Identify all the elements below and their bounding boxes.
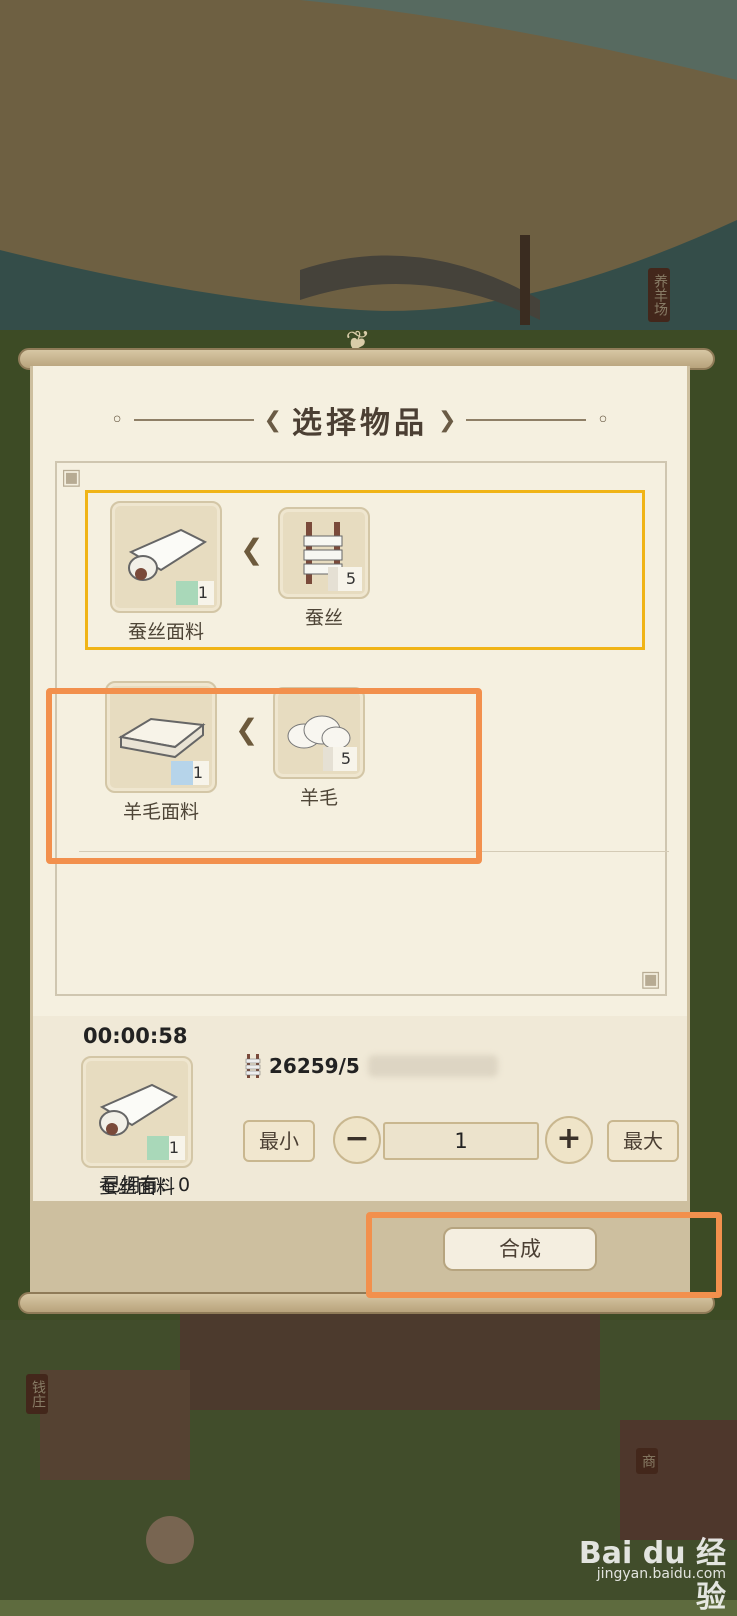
corner-fret-icon: ▣ [640, 967, 661, 992]
ingredient-slot[interactable]: 5 蚕丝 [278, 507, 370, 630]
title-dot-icon: ◦ [596, 407, 610, 433]
dialog-header: ◦ ❮ 选择物品 ❯ ◦ [33, 400, 687, 441]
title-swirl-right-icon: ❯ [438, 407, 457, 433]
ingredient-stock: 26259/5 [245, 1054, 498, 1078]
item-name: 蚕丝 [304, 607, 343, 629]
item-box: 1 [110, 501, 222, 613]
stock-text: 26259/5 [269, 1054, 360, 1078]
watermark-url: jingyan.baidu.com [596, 1566, 726, 1582]
item-count: 5 [328, 567, 362, 591]
title-divider-right [466, 419, 587, 421]
max-button[interactable]: 最大 [607, 1120, 679, 1162]
title-dot-icon: ◦ [110, 407, 124, 433]
quantity-field[interactable]: 1 [383, 1122, 539, 1160]
silk-thread-icon [245, 1054, 261, 1078]
craft-timer: 00:00:58 [83, 1024, 188, 1048]
crafting-controls: 00:00:58 1 蚕丝面料 已拥有：0 26259/5 最小 − 1 + 最… [33, 1016, 687, 1201]
item-count: 1 [146, 1136, 185, 1160]
title-swirl-left-icon: ❮ [263, 407, 282, 433]
corner-fret-icon: ▣ [61, 465, 82, 490]
item-box: 1 [81, 1056, 193, 1168]
highlight-box-craft-button [366, 1212, 722, 1298]
decrease-button[interactable]: − [333, 1116, 381, 1164]
item-box: 5 [278, 507, 370, 599]
product-slot[interactable]: 1 蚕丝面料 [110, 501, 222, 644]
dialog-title: 选择物品 [292, 406, 428, 441]
blurred-area [367, 1055, 498, 1077]
highlight-box-wool-recipe [46, 688, 482, 864]
item-count: 1 [175, 581, 214, 605]
recipe-row-silk-fabric[interactable]: 1 蚕丝面料 ❮ 5 蚕丝 [85, 490, 645, 650]
min-button[interactable]: 最小 [243, 1120, 315, 1162]
title-divider-left [133, 419, 254, 421]
increase-button[interactable]: + [545, 1116, 593, 1164]
craft-arrow-icon: ❮ [240, 533, 264, 566]
owned-count: 已拥有：0 [101, 1174, 191, 1196]
item-name: 蚕丝面料 [127, 621, 204, 643]
